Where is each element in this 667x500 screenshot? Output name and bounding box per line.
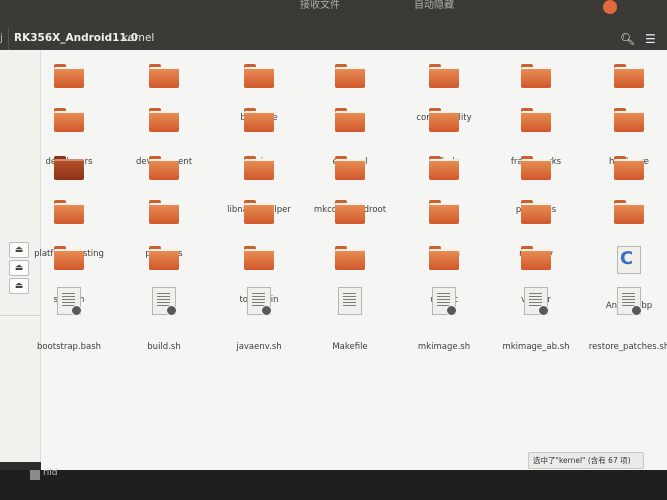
file-item[interactable]: mkimage.sh <box>394 287 494 353</box>
path-bar: j RK356X_Android11.0 kernel 🔍︎ ☰ <box>0 28 667 50</box>
close-icon[interactable] <box>603 0 617 14</box>
item-label: Makefile <box>332 342 368 352</box>
breadcrumb-item-project[interactable]: RK356X_Android11.0 <box>14 32 138 44</box>
folder-icon <box>521 64 551 88</box>
folder-icon <box>429 200 459 224</box>
folder-icon <box>244 108 274 132</box>
folder-icon <box>54 108 84 132</box>
folder-icon <box>54 200 84 224</box>
breadcrumb-divider <box>8 28 9 50</box>
folder-icon <box>521 108 551 132</box>
top-bar-right-text: 自动隐藏 <box>414 0 454 11</box>
item-label: restore_patches.sh <box>588 342 667 352</box>
folder-icon <box>30 470 40 480</box>
item-label: build.sh <box>147 342 181 352</box>
folder-icon <box>429 156 459 180</box>
folder-icon <box>54 246 84 270</box>
folder-icon <box>244 64 274 88</box>
file-item[interactable]: bootstrap.bash <box>19 287 119 353</box>
top-bar-left-text: 接收文件 <box>300 0 340 11</box>
search-icon[interactable]: 🔍︎ <box>620 32 635 46</box>
folder-icon <box>429 108 459 132</box>
folder-icon <box>335 108 365 132</box>
folder-icon <box>614 156 644 180</box>
folder-icon <box>429 64 459 88</box>
folder-icon <box>149 246 179 270</box>
file-item[interactable]: Makefile <box>300 287 400 353</box>
breadcrumb-item-current[interactable]: kernel <box>122 32 154 44</box>
item-label: mkimage.sh <box>417 342 471 352</box>
text-file-icon <box>338 287 362 315</box>
source-file-icon: C <box>617 246 641 274</box>
folder-icon <box>335 200 365 224</box>
script-file-icon <box>617 287 642 316</box>
folder-icon <box>521 246 551 270</box>
folder-icon <box>335 246 365 270</box>
folder-icon <box>54 156 84 180</box>
breadcrumb-prefix[interactable]: j <box>0 32 3 44</box>
script-file-icon <box>247 287 272 316</box>
folder-icon <box>335 64 365 88</box>
item-label: javaenv.sh <box>236 342 282 352</box>
script-file-icon <box>152 287 177 316</box>
folder-icon <box>244 246 274 270</box>
folder-icon <box>614 64 644 88</box>
item-label: mkimage_ab.sh <box>502 342 570 352</box>
folder-icon <box>244 156 274 180</box>
folder-icon <box>614 108 644 132</box>
file-item[interactable]: javaenv.sh <box>209 287 309 353</box>
bottom-bar-text: rild <box>43 468 58 478</box>
bottom-bar: rild <box>0 468 667 500</box>
status-text: 选中了"kernel" (含有 67 项) <box>528 452 644 469</box>
script-file-icon <box>432 287 457 316</box>
folder-icon <box>54 64 84 88</box>
folder-icon <box>149 64 179 88</box>
top-bar: 接收文件 自动隐藏 <box>0 0 667 28</box>
folder-icon <box>521 156 551 180</box>
folder-icon <box>335 156 365 180</box>
folder-icon <box>149 108 179 132</box>
file-item[interactable]: build.sh <box>114 287 214 353</box>
folder-icon <box>149 200 179 224</box>
folder-icon <box>244 200 274 224</box>
item-label: bootstrap.bash <box>36 342 102 352</box>
folder-icon <box>521 200 551 224</box>
list-view-icon[interactable]: ☰ <box>645 32 656 46</box>
file-item[interactable]: mkimage_ab.sh <box>486 287 586 353</box>
file-item[interactable]: restore_patches.sh <box>579 287 667 353</box>
script-file-icon <box>524 287 549 316</box>
folder-icon <box>149 156 179 180</box>
folder-icon <box>614 200 644 224</box>
file-grid: artbionicbootablebuildcompatibilityctsda… <box>34 50 667 470</box>
folder-icon <box>429 246 459 270</box>
script-file-icon <box>57 287 82 316</box>
